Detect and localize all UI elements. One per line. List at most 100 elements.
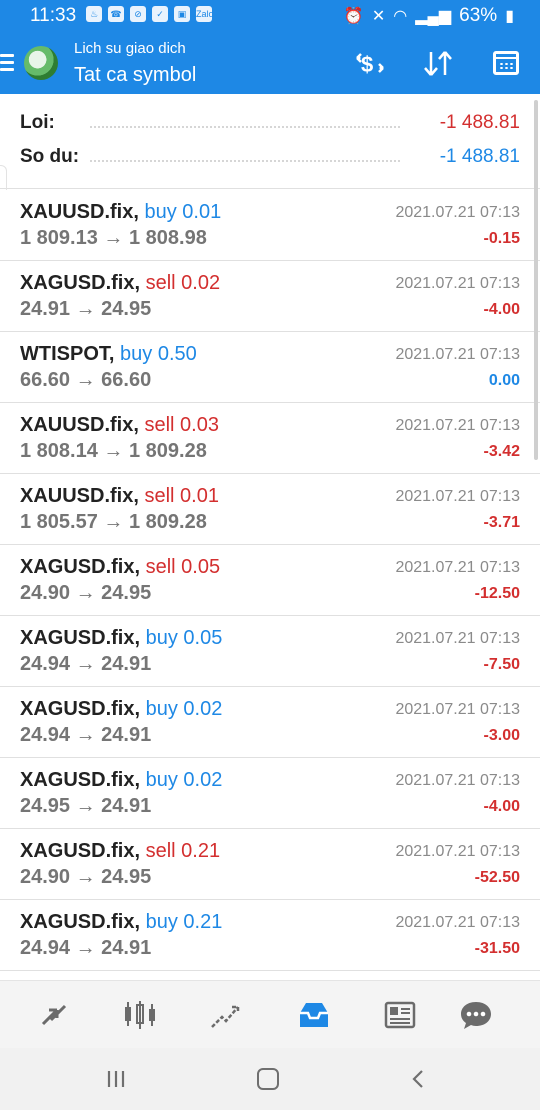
bottom-nav bbox=[0, 980, 540, 1049]
deal-symbol: XAGUSD.fix, bbox=[20, 556, 141, 578]
sort-icon[interactable] bbox=[420, 46, 456, 80]
deal-symbol: XAUUSD.fix, bbox=[20, 414, 139, 436]
deal-profit: -12.50 bbox=[474, 585, 520, 602]
history-icon[interactable] bbox=[294, 995, 334, 1035]
status-right: ⏰ ✕ ◠ ▂▄▆ 63% ▮ bbox=[344, 5, 514, 27]
balance-row: So du: -1 488.81 bbox=[20, 144, 520, 174]
deal-row[interactable]: XAGUSD.fix, buy 0.02 24.94 → 24.91 2021.07… bbox=[0, 687, 540, 758]
deal-row[interactable]: XAGUSD.fix, buy 0.02 24.95 → 24.91 2021.07… bbox=[0, 758, 540, 829]
deal-side: sell 0.03 bbox=[144, 414, 219, 436]
deal-title: XAGUSD.fix, sell 0.02 bbox=[20, 272, 220, 295]
mute-icon: ✕ bbox=[371, 8, 386, 25]
deal-prices: 24.91 → 24.95 bbox=[20, 298, 152, 320]
deal-row[interactable]: XAUUSD.fix, buy 0.01 1 809.13 → 1 808.98 2… bbox=[0, 190, 540, 261]
deal-time: 2021.07.21 07:13 bbox=[395, 914, 520, 931]
deal-time: 2021.07.21 07:13 bbox=[395, 417, 520, 434]
alarm-icon: ⏰ bbox=[343, 8, 364, 25]
notification-icon: ▣ bbox=[174, 6, 190, 22]
deal-row[interactable]: XAGUSD.fix, buy 0.05 24.94 → 24.91 2021.07… bbox=[0, 616, 540, 687]
notification-icon: ☎ bbox=[108, 6, 124, 22]
deal-prices: 66.60 → 66.60 bbox=[20, 369, 152, 391]
deals-list[interactable]: XAUUSD.fix, buy 0.01 1 809.13 → 1 808.98 2… bbox=[0, 190, 540, 980]
loss-value: -1 488.81 bbox=[439, 112, 520, 133]
menu-icon[interactable] bbox=[0, 54, 14, 75]
deal-symbol: XAGUSD.fix, bbox=[20, 698, 141, 720]
deal-profit: -3.42 bbox=[483, 443, 520, 460]
deal-prices: 24.94 → 24.91 bbox=[20, 724, 152, 746]
deal-prices: 24.94 → 24.91 bbox=[20, 653, 152, 675]
recent-apps-icon[interactable] bbox=[96, 1066, 136, 1092]
deal-profit: -3.71 bbox=[483, 514, 520, 531]
deal-symbol: XAGUSD.fix, bbox=[20, 627, 141, 649]
deal-side: buy 0.01 bbox=[144, 201, 222, 223]
deal-title: XAGUSD.fix, sell 0.05 bbox=[20, 556, 220, 579]
notification-icon: ⊘ bbox=[130, 6, 146, 22]
deal-profit: -4.00 bbox=[483, 301, 520, 318]
deal-title: XAUUSD.fix, sell 0.03 bbox=[20, 414, 219, 437]
deal-time: 2021.07.21 07:13 bbox=[395, 346, 520, 363]
loss-row: Loi: -1 488.81 bbox=[20, 110, 520, 140]
deal-time: 2021.07.21 07:13 bbox=[395, 488, 520, 505]
deal-profit: -7.50 bbox=[483, 656, 520, 673]
currency-exchange-icon[interactable]: $ bbox=[352, 46, 388, 80]
dotted-leader bbox=[90, 126, 400, 128]
quotes-icon[interactable] bbox=[34, 995, 74, 1035]
deal-row[interactable]: XAGUSD.fix, sell 0.21 24.90 → 24.95 2021.0… bbox=[0, 829, 540, 900]
status-bar: 11:33 ♨ ☎ ⊘ ✓ ▣ Zalo ⏰ ✕ ◠ ▂▄▆ 63% ▮ bbox=[0, 0, 540, 32]
deal-symbol: XAGUSD.fix, bbox=[20, 769, 141, 791]
symbol-filter[interactable]: Tat ca symbol bbox=[74, 64, 196, 87]
deal-time: 2021.07.21 07:13 bbox=[395, 559, 520, 576]
dotted-leader bbox=[90, 160, 400, 162]
calendar-icon[interactable] bbox=[488, 46, 524, 80]
app-bar: Lich su giao dich Tat ca symbol $ bbox=[0, 32, 540, 94]
deal-row[interactable]: XAUUSD.fix, sell 0.03 1 808.14 → 1 809.28… bbox=[0, 403, 540, 474]
deal-time: 2021.07.21 07:13 bbox=[395, 843, 520, 860]
deal-time: 2021.07.21 07:13 bbox=[395, 701, 520, 718]
deal-side: sell 0.21 bbox=[145, 840, 221, 862]
deal-prices: 1 809.13 → 1 808.98 bbox=[20, 227, 207, 249]
deal-symbol: XAUUSD.fix, bbox=[20, 485, 139, 507]
balance-label: So du: bbox=[20, 146, 80, 167]
trade-icon[interactable] bbox=[206, 995, 246, 1035]
deal-row[interactable]: XAGUSD.fix, buy 0.112021.07.21 07:13 bbox=[0, 971, 540, 980]
deal-row[interactable]: XAGUSD.fix, sell 0.05 24.90 → 24.95 2021.0… bbox=[0, 545, 540, 616]
deal-row[interactable]: XAUUSD.fix, sell 0.01 1 805.57 → 1 809.28… bbox=[0, 474, 540, 545]
deal-profit: 0.00 bbox=[488, 372, 520, 389]
scrollbar[interactable] bbox=[534, 100, 538, 460]
battery-level: 63% bbox=[459, 5, 498, 26]
deal-time: 2021.07.21 07:13 bbox=[395, 204, 520, 221]
deal-row[interactable]: XAGUSD.fix, buy 0.21 24.94 → 24.91 2021.07… bbox=[0, 900, 540, 971]
deal-side: buy 0.02 bbox=[145, 698, 223, 720]
chart-icon[interactable] bbox=[120, 995, 160, 1035]
deal-time: 2021.07.21 07:13 bbox=[395, 772, 520, 789]
deal-symbol: XAGUSD.fix, bbox=[20, 272, 141, 294]
deal-prices: 24.90 → 24.95 bbox=[20, 866, 152, 888]
zalo-icon: Zalo bbox=[196, 6, 214, 22]
deal-title: XAGUSD.fix, buy 0.05 bbox=[20, 627, 222, 650]
deal-side: buy 0.05 bbox=[145, 627, 223, 649]
app-logo bbox=[24, 46, 58, 80]
deal-title: XAGUSD.fix, buy 0.02 bbox=[20, 698, 222, 721]
deal-row[interactable]: WTISPOT, buy 0.50 66.60 → 66.60 2021.07.21… bbox=[0, 332, 540, 403]
deal-profit: -4.00 bbox=[483, 798, 520, 815]
home-icon[interactable] bbox=[248, 1066, 288, 1092]
svg-text:$: $ bbox=[361, 52, 373, 77]
deal-row[interactable]: XAGUSD.fix, sell 0.02 24.91 → 24.95 2021.0… bbox=[0, 261, 540, 332]
deal-title: WTISPOT, buy 0.50 bbox=[20, 343, 197, 366]
deal-time: 2021.07.21 07:13 bbox=[395, 275, 520, 292]
summary-panel: Loi: -1 488.81 So du: -1 488.81 bbox=[0, 94, 540, 189]
deal-title: XAGUSD.fix, buy 0.21 bbox=[20, 911, 222, 934]
deal-side: buy 0.21 bbox=[145, 911, 223, 933]
notification-icon: ✓ bbox=[152, 6, 168, 22]
deal-prices: 24.90 → 24.95 bbox=[20, 582, 152, 604]
deal-prices: 24.95 → 24.91 bbox=[20, 795, 152, 817]
chat-icon[interactable] bbox=[456, 995, 496, 1035]
deal-profit: -0.15 bbox=[483, 230, 520, 247]
deal-time: 2021.07.21 07:13 bbox=[395, 630, 520, 647]
deal-title: XAGUSD.fix, buy 0.02 bbox=[20, 769, 222, 792]
deal-side: sell 0.02 bbox=[145, 272, 221, 294]
deal-title: XAUUSD.fix, sell 0.01 bbox=[20, 485, 219, 508]
news-icon[interactable] bbox=[380, 995, 420, 1035]
deal-side: buy 0.50 bbox=[120, 343, 197, 365]
back-icon[interactable] bbox=[398, 1066, 438, 1092]
